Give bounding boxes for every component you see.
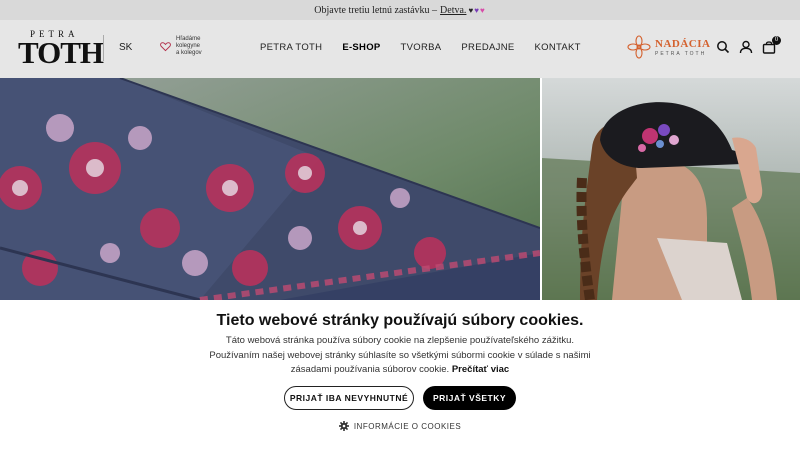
cookie-line-1: Táto webová stránka používa súbory cooki… xyxy=(225,335,575,346)
site-header: PETRA TOTH SK Hľadáme kolegyne a kolegov… xyxy=(0,20,800,78)
main-nav: PETRA TOTH E-SHOP TVORBA PREDAJNE KONTAK… xyxy=(260,42,601,53)
cookie-description: Táto webová stránka používa súbory cooki… xyxy=(200,334,600,378)
hiring-line-1: Hľadáme xyxy=(176,36,201,42)
cart-button[interactable]: 0 xyxy=(762,36,781,54)
cookie-banner: Tieto webové stránky používajú súbory co… xyxy=(0,300,800,450)
nav-e-shop[interactable]: E-SHOP xyxy=(342,42,380,53)
announcement-text: Objavte tretiu letnú zastávku – xyxy=(314,4,438,16)
hiring-line-3: a kolegov xyxy=(176,50,202,56)
language-switcher[interactable]: SK xyxy=(119,42,132,53)
cart-count-badge: 0 xyxy=(772,36,781,45)
flower-logo-icon xyxy=(627,35,651,59)
announcement-link[interactable]: Detva. xyxy=(440,5,466,16)
nav-tvorba[interactable]: TVORBA xyxy=(401,42,442,53)
cookie-line-2: Používaním našej webovej stránky súhlasí… xyxy=(209,349,591,361)
gear-icon xyxy=(338,421,349,431)
woman-cap-illustration xyxy=(542,78,800,300)
hiring-line-2: kolegyne xyxy=(176,43,201,49)
accept-all-button[interactable]: PRIJAŤ VŠETKY xyxy=(423,386,516,410)
announcement-bar: Objavte tretiu letnú zastávku – Detva. ♥… xyxy=(0,0,800,20)
logo-main-text: TOTH xyxy=(18,35,104,70)
page: Objavte tretiu letnú zastávku – Detva. ♥… xyxy=(0,0,800,450)
foundation-text: NADÁCIA PETRA TOTH xyxy=(655,38,710,57)
header-divider xyxy=(103,35,104,61)
hiring-text: Hľadáme kolegyne a kolegov xyxy=(176,36,216,57)
heart-outline-icon xyxy=(160,42,171,52)
nav-predajne[interactable]: PREDAJNE xyxy=(461,42,514,53)
read-more-link[interactable]: Prečítať viac xyxy=(452,364,509,375)
petra-toth-logo[interactable]: PETRA TOTH xyxy=(18,29,104,71)
search-icon[interactable] xyxy=(716,40,730,54)
hero-umbrella-image[interactable] xyxy=(0,78,540,300)
header-actions: 0 xyxy=(716,36,785,54)
nav-kontakt[interactable]: KONTAKT xyxy=(535,42,581,53)
cookie-info-text: INFORMÁCIE O COOKIES xyxy=(353,421,462,431)
hero-cap-image[interactable] xyxy=(542,78,800,300)
pink-heart-icon: ♥ xyxy=(479,5,486,15)
foundation-link[interactable]: NADÁCIA PETRA TOTH xyxy=(627,35,710,59)
foundation-title: NADÁCIA xyxy=(655,37,711,50)
foundation-subtitle: PETRA TOTH xyxy=(655,50,707,57)
cookie-title: Tieto webové stránky používajú súbory co… xyxy=(216,312,584,329)
cookie-line-3: zásadami používania súborov cookie. xyxy=(290,364,450,375)
user-icon[interactable] xyxy=(739,40,753,54)
cookie-info-link[interactable]: INFORMÁCIE O COOKIES xyxy=(0,421,800,431)
hiring-link[interactable]: Hľadáme kolegyne a kolegov xyxy=(160,36,216,57)
umbrella-illustration xyxy=(0,78,540,300)
hearts-group: ♥♥♥ xyxy=(468,6,485,15)
nav-petra-toth[interactable]: PETRA TOTH xyxy=(260,42,322,53)
accept-necessary-button[interactable]: PRIJAŤ IBA NEVYHNUTNÉ xyxy=(284,386,414,410)
